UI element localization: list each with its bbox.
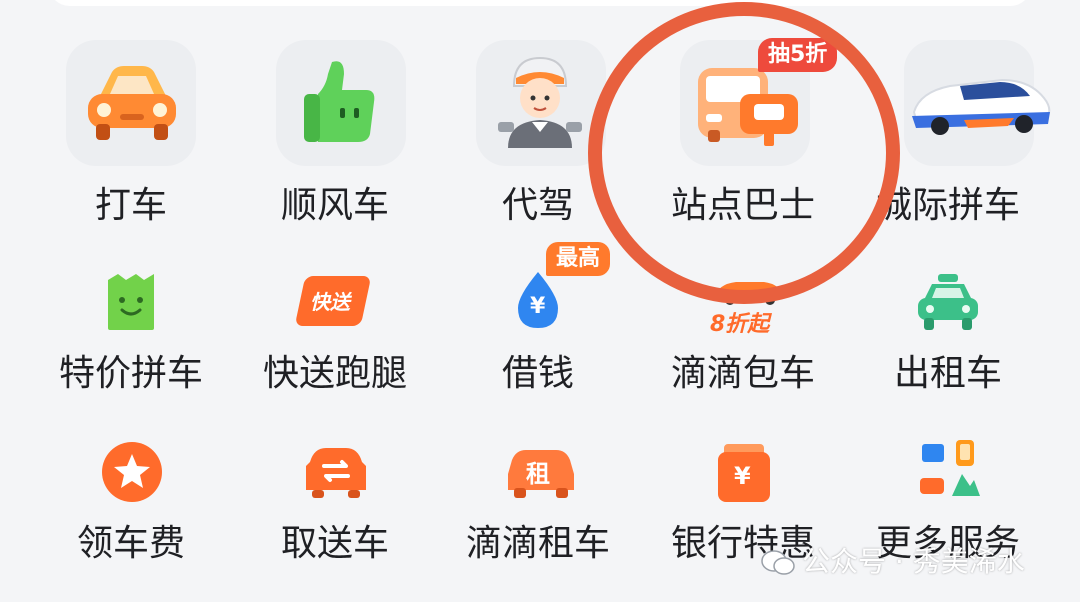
service-label: 快送跑腿 bbox=[262, 353, 408, 394]
service-car-rental[interactable]: 租 滴滴租车 bbox=[466, 420, 620, 602]
service-hitch[interactable]: 顺风车 bbox=[270, 0, 470, 240]
wechat-icon bbox=[761, 550, 795, 575]
highlight-circle bbox=[588, 2, 900, 304]
yuan-symbol: ¥ bbox=[734, 462, 751, 490]
service-label: 滴滴包车 bbox=[670, 353, 816, 394]
yuan-symbol: ¥ bbox=[530, 294, 546, 319]
service-label: 代驾 bbox=[501, 185, 575, 226]
service-car-fee[interactable]: 领车费 bbox=[0, 420, 270, 602]
service-label: 滴滴租车 bbox=[465, 523, 611, 564]
service-label: 打车 bbox=[94, 185, 168, 226]
rental-icon-text: 租 bbox=[526, 460, 550, 488]
service-pickup-delivery[interactable]: 取送车 bbox=[270, 420, 470, 602]
watermark-text: 公众号 · 秀美浠水 bbox=[802, 545, 1025, 578]
service-express-errand[interactable]: 快送 快送跑腿 bbox=[263, 250, 470, 410]
intercity-car-icon bbox=[912, 78, 1051, 135]
service-grid: 打车 顺风车 代驾 抽5折 站点巴士 城际拼车 特价拼车 快送 快送跑腿 ¥ 最… bbox=[0, 0, 1080, 602]
service-borrow-money[interactable]: ¥ 最高 借钱 bbox=[470, 242, 620, 410]
star-badge-icon bbox=[102, 442, 162, 502]
service-label: 特价拼车 bbox=[58, 353, 204, 394]
taxi-icon bbox=[918, 274, 978, 330]
service-label: 借钱 bbox=[501, 353, 575, 394]
service-label: 领车费 bbox=[76, 523, 186, 564]
smile-bag-icon bbox=[108, 274, 154, 330]
service-label: 城际拼车 bbox=[875, 185, 1021, 226]
driver-avatar-icon bbox=[498, 56, 582, 148]
thumbs-up-icon bbox=[304, 61, 375, 143]
car-swap-icon bbox=[306, 448, 366, 498]
service-label: 出租车 bbox=[893, 353, 1003, 394]
service-discount-carpool[interactable]: 特价拼车 bbox=[0, 250, 270, 410]
express-icon-text: 快送 bbox=[310, 290, 350, 314]
service-label: 顺风车 bbox=[280, 185, 390, 226]
promo-text: 8折起 bbox=[710, 312, 770, 337]
service-taxi-cab[interactable]: 出租车 bbox=[860, 250, 1080, 410]
service-label: 取送车 bbox=[280, 523, 390, 564]
promo-badge: 最高 bbox=[546, 242, 611, 276]
watermark: 公众号 · 秀美浠水 bbox=[760, 540, 1025, 580]
taxi-car-icon bbox=[88, 66, 176, 140]
service-taxi[interactable]: 打车 bbox=[0, 0, 270, 240]
more-services-icon bbox=[920, 440, 980, 496]
